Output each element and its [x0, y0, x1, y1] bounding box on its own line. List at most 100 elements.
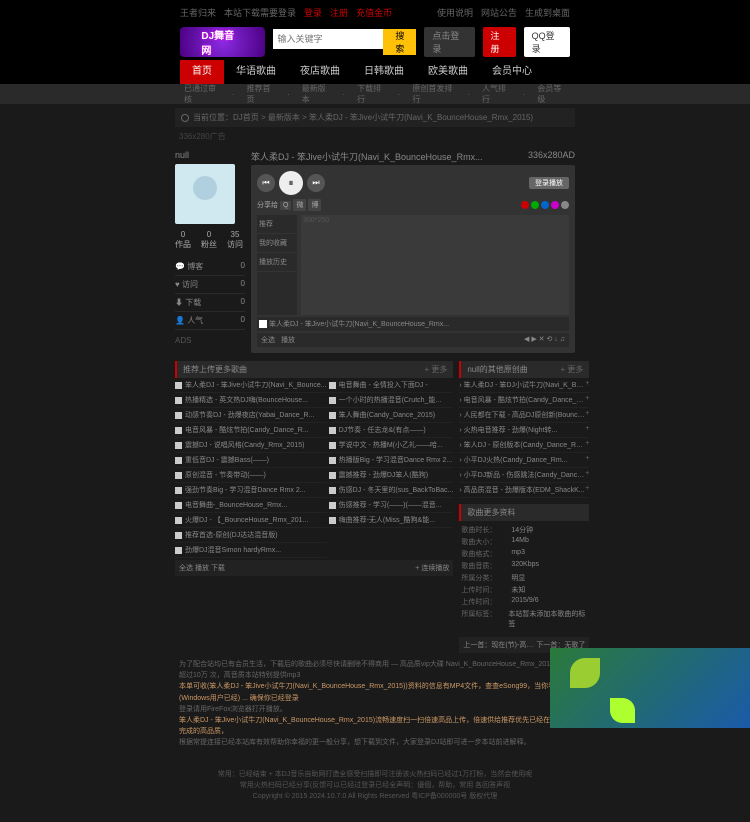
topbar-link[interactable]: 网站公告 [481, 6, 517, 19]
subnav-item[interactable]: 下载排行 [353, 83, 390, 105]
continuous-play[interactable]: + 连续播放 [415, 563, 449, 573]
next-button[interactable]: ⏭ [307, 174, 325, 192]
song-item[interactable]: 伤感DJ - 冬天里的(sus_BackToBac... [329, 483, 454, 498]
side-song-item[interactable]: › 小平DJ火热(Candy_Dance_Rm...+ [459, 453, 589, 468]
checkbox-icon[interactable] [175, 517, 182, 524]
topbar-register[interactable]: 注册 [330, 6, 348, 19]
share-icon[interactable]: 微 [293, 199, 306, 211]
register-button[interactable]: 注册 [483, 27, 516, 57]
song-item[interactable]: 劲爆DJ混音Simon hardyRmx... [175, 543, 327, 558]
checkbox-icon[interactable] [329, 397, 336, 404]
nav-item[interactable]: 会员中心 [480, 60, 544, 84]
more-link[interactable]: + 更多 [424, 364, 447, 375]
add-icon[interactable]: + [585, 395, 589, 405]
subnav-item[interactable]: 人气排行 [478, 83, 515, 105]
checkbox-icon[interactable] [175, 502, 182, 509]
nav-item[interactable]: 日韩歌曲 [352, 60, 416, 84]
add-icon[interactable]: + [585, 440, 589, 450]
nav-item[interactable]: 华语歌曲 [224, 60, 288, 84]
side-song-item[interactable]: › 高品质混音 - 劲爆版本(EDM_ShackK...+ [459, 483, 589, 498]
subnav-item[interactable]: 最新版本 [298, 83, 335, 105]
song-item[interactable]: 热播版Big - 学习混音Dance Rmx 2... [329, 453, 454, 468]
checkbox-icon[interactable] [175, 397, 182, 404]
checkbox-icon[interactable] [175, 547, 182, 554]
avatar[interactable] [175, 164, 235, 224]
play-button[interactable]: ⏸ [279, 171, 303, 195]
checkbox-icon[interactable] [329, 502, 336, 509]
song-item[interactable]: 强劲节奏Big - 学习混音Dance Rmx 2... [175, 483, 327, 498]
nav-home[interactable]: 首页 [180, 60, 224, 84]
subnav-item[interactable]: 已通过审核 [180, 83, 224, 105]
song-item[interactable]: 伤感推荐 - 学习(——)(——混音... [329, 498, 454, 513]
topbar-login[interactable]: 登录 [304, 6, 322, 19]
grid-actions[interactable]: 全选 播放 下载 [179, 563, 225, 573]
track-row[interactable]: 笨人柔DJ - 笨Jive小试牛刀(Navi_K_BounceHouse_Rmx… [257, 317, 569, 331]
checkbox-icon[interactable] [329, 457, 336, 464]
song-item[interactable]: 笨人舞曲(Candy_Dance_2015) [329, 408, 454, 423]
add-icon[interactable]: + [585, 425, 589, 435]
tab-favorites[interactable]: 我的收藏 [257, 234, 297, 253]
side-song-item[interactable]: › 人民都在下载 - 高品DJ原创新(BounceHou...+ [459, 408, 589, 423]
play-selected[interactable]: 播放 [281, 335, 295, 345]
share-icon[interactable]: 博 [308, 199, 321, 211]
color-dot-icon[interactable] [531, 201, 539, 209]
share-icon[interactable]: Q [280, 201, 291, 210]
checkbox-icon[interactable] [175, 427, 182, 434]
checkbox-icon[interactable] [329, 412, 336, 419]
checkbox-icon[interactable] [175, 487, 182, 494]
qq-login-button[interactable]: QQ登录 [524, 27, 570, 57]
search-input[interactable] [273, 29, 383, 49]
song-item[interactable]: 电音舞曲 - 全情投入下面DJ - [329, 378, 454, 393]
song-item[interactable]: 一个小时的热播混音(Crutch_能... [329, 393, 454, 408]
song-item[interactable]: 电音舞曲-_BounceHouse_Rmx... [175, 498, 327, 513]
song-item[interactable]: 笨人柔DJ - 笨Jive小试牛刀(Navi_K_Bounce... [175, 378, 327, 393]
checkbox-icon[interactable] [175, 382, 182, 389]
add-icon[interactable]: + [585, 455, 589, 465]
add-icon[interactable]: + [585, 380, 589, 390]
tab-history[interactable]: 播放历史 [257, 253, 297, 272]
subnav-item[interactable]: 原创首发排行 [408, 83, 459, 105]
song-item[interactable]: 推荐首选-原创(DJ达达混音版) [175, 528, 327, 543]
checkbox-icon[interactable] [175, 442, 182, 449]
select-all[interactable]: 全选 [261, 335, 275, 345]
player-login[interactable]: 登录播放 [529, 177, 569, 189]
checkbox-icon[interactable] [329, 517, 336, 524]
nav-item[interactable]: 夜店歌曲 [288, 60, 352, 84]
color-dot-icon[interactable] [541, 201, 549, 209]
more-link[interactable]: + 更多 [560, 364, 583, 375]
song-item[interactable]: 火爆DJ - 【_BounceHouse_Rmx_201... [175, 513, 327, 528]
login-button[interactable]: 点击登录 [424, 27, 474, 57]
subnav-item[interactable]: 推荐首页 [242, 83, 279, 105]
song-item[interactable]: 学说中文 - 热播M(小乙礼——哈... [329, 438, 454, 453]
checkbox-icon[interactable] [175, 532, 182, 539]
checkbox-icon[interactable] [175, 472, 182, 479]
checkbox-icon[interactable] [329, 382, 336, 389]
add-icon[interactable]: + [585, 410, 589, 420]
add-icon[interactable]: + [585, 470, 589, 480]
song-item[interactable]: 重低音DJ - 震撼Bass(——) [175, 453, 327, 468]
topbar-link[interactable]: 使用说明 [437, 6, 473, 19]
song-item[interactable]: 动感节奏DJ - 劲爆夜店(Yabai_Dance_R... [175, 408, 327, 423]
topbar-link[interactable]: 生成到桌面 [525, 6, 570, 19]
corner-ad-image[interactable] [550, 648, 750, 728]
add-icon[interactable]: + [585, 485, 589, 495]
side-song-item[interactable]: › 笨人DJ - 原创版本(Candy_Dance_Rm...+ [459, 438, 589, 453]
song-item[interactable]: 电音风暴 - 酷炫节拍(Candy_Dance_R... [175, 423, 327, 438]
checkbox-icon[interactable] [329, 427, 336, 434]
song-item[interactable]: 嗨曲推荐-无人(Miss_酷狗&能... [329, 513, 454, 528]
color-dot-icon[interactable] [521, 201, 529, 209]
side-song-item[interactable]: › 电音风暴 - 酷炫节拍(Candy_Dance_Rmx...+ [459, 393, 589, 408]
checkbox-icon[interactable] [329, 487, 336, 494]
side-song-item[interactable]: › 火热电音推荐 - 劲爆(Night转...+ [459, 423, 589, 438]
prev-song[interactable]: 上一首：现在(节)-高品质版本 [463, 640, 533, 650]
color-dot-icon[interactable] [551, 201, 559, 209]
side-song-item[interactable]: › 小平DJ新品 - 伤感跳法(Candy_Dance...+ [459, 468, 589, 483]
logo[interactable] [180, 27, 265, 57]
song-item[interactable]: DJ节奏 - 任志龙&(有点——) [329, 423, 454, 438]
song-item[interactable]: 震撼推荐 - 劲爆DJ笨人(酷狗) [329, 468, 454, 483]
checkbox-icon[interactable] [259, 320, 267, 328]
tab-recommend[interactable]: 推荐 [257, 215, 297, 234]
checkbox-icon[interactable] [175, 412, 182, 419]
topbar-recharge[interactable]: 充值金币 [356, 6, 392, 19]
nav-item[interactable]: 欧美歌曲 [416, 60, 480, 84]
